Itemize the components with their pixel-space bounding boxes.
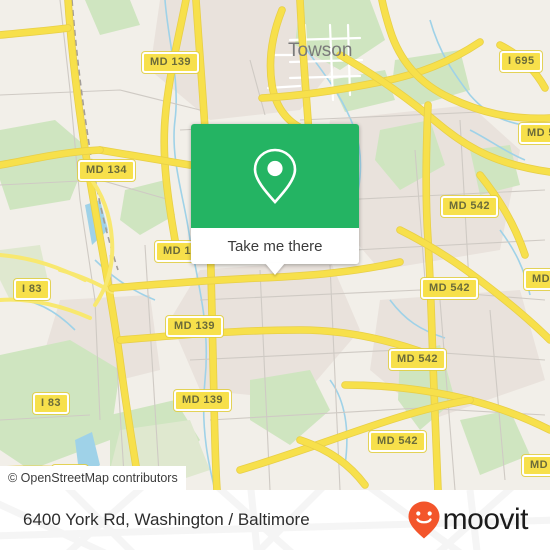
road-shield: MD 134 bbox=[78, 160, 135, 181]
road-shield: MD 5 bbox=[519, 123, 550, 144]
moovit-logo[interactable]: moovit bbox=[407, 500, 529, 540]
destination-callout-card[interactable]: Take me there bbox=[191, 124, 359, 275]
place-label-towson: Towson bbox=[288, 40, 353, 61]
callout-action-bar[interactable]: Take me there bbox=[191, 228, 359, 275]
address-label: 6400 York Rd, Washington / Baltimore bbox=[23, 510, 310, 529]
map-canvas[interactable]: .pk { fill:#cfe5c0; } .pk2{ fill:#dfe8cf… bbox=[0, 0, 550, 490]
road-shield: MD 542 bbox=[421, 278, 478, 299]
road-shield: MD 542 bbox=[441, 196, 498, 217]
road-shield: MD 4 bbox=[524, 269, 550, 290]
osm-attribution[interactable]: © OpenStreetMap contributors bbox=[0, 466, 186, 490]
moovit-wordmark: moovit bbox=[442, 503, 529, 536]
callout-pointer bbox=[265, 263, 285, 275]
footer-bar: 6400 York Rd, Washington / Baltimore moo… bbox=[0, 490, 550, 550]
road-shield: MD 139 bbox=[142, 52, 199, 73]
callout-image-area bbox=[191, 124, 359, 228]
road-shield: I 695 bbox=[500, 51, 543, 72]
take-me-there-label: Take me there bbox=[227, 237, 323, 255]
moovit-pin-icon bbox=[408, 501, 440, 539]
moovit-map-screen: .pk { fill:#cfe5c0; } .pk2{ fill:#dfe8cf… bbox=[0, 0, 550, 550]
road-shield: MD 139 bbox=[166, 316, 223, 337]
road-shield: MD 1 bbox=[522, 455, 550, 476]
location-pin-icon bbox=[253, 148, 297, 204]
road-shield: MD 139 bbox=[174, 390, 231, 411]
road-shield: I 83 bbox=[33, 393, 69, 414]
road-shield: MD 542 bbox=[389, 349, 446, 370]
road-shield: I 83 bbox=[14, 279, 50, 300]
road-shield: MD 542 bbox=[369, 431, 426, 452]
